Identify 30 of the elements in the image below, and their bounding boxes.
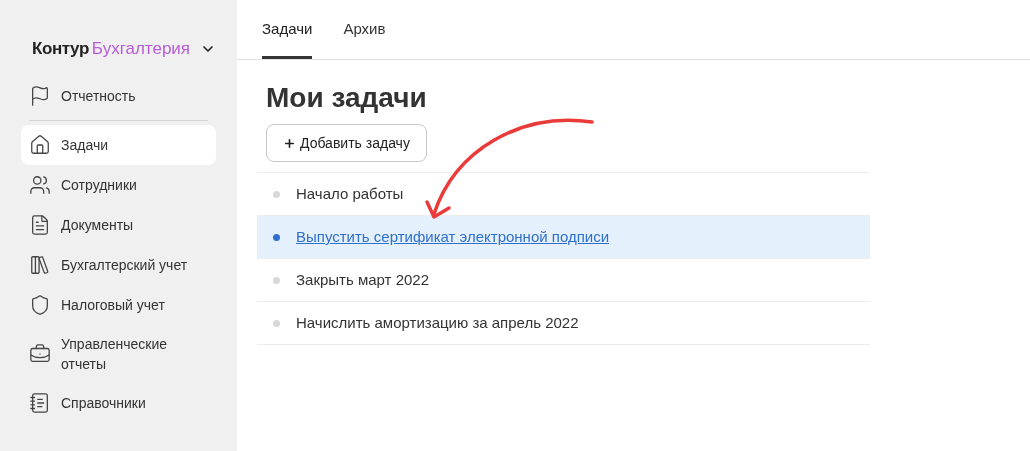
brand-name: Контур xyxy=(32,38,89,60)
people-icon xyxy=(29,173,51,196)
books-icon xyxy=(29,253,51,276)
task-row[interactable]: Начислить амортизацию за апрель 2022 xyxy=(257,302,870,345)
tab[interactable]: Архив xyxy=(343,17,386,59)
task-title[interactable]: Начало работы xyxy=(296,182,404,206)
tab[interactable]: Задачи xyxy=(262,17,313,59)
sidebar-item[interactable]: Бухгалтерский учет xyxy=(21,244,216,285)
add-task-button[interactable]: Добавить задачу xyxy=(266,124,427,162)
sidebar-item[interactable]: Документы xyxy=(21,204,216,245)
sidebar-item[interactable]: Сотрудники xyxy=(21,164,216,205)
task-title[interactable]: Начислить амортизацию за апрель 2022 xyxy=(296,311,579,335)
sidebar-item[interactable]: Отчетность xyxy=(21,75,216,116)
page-title: Мои задачи xyxy=(266,81,428,115)
notebook-icon xyxy=(29,391,51,414)
sidebar-item[interactable]: Задачи xyxy=(21,124,216,165)
task-row[interactable]: Выпустить сертификат электронной подписи xyxy=(257,216,870,259)
task-row[interactable]: Закрыть март 2022 xyxy=(257,259,870,302)
product-name: Бухгалтерия xyxy=(91,38,191,60)
task-title[interactable]: Закрыть март 2022 xyxy=(296,268,429,292)
plus-icon xyxy=(283,136,296,150)
flag-icon xyxy=(29,84,51,107)
document-icon xyxy=(29,213,51,236)
sidebar-item[interactable]: Управленческие отчеты xyxy=(21,324,216,383)
task-title[interactable]: Выпустить сертификат электронной подписи xyxy=(296,225,610,249)
sidebar-item[interactable]: Налоговый учет xyxy=(21,284,216,325)
sidebar-item[interactable]: Справочники xyxy=(21,382,216,423)
house-icon xyxy=(29,133,51,156)
shield-icon xyxy=(29,293,51,316)
briefcase-icon xyxy=(29,342,51,365)
